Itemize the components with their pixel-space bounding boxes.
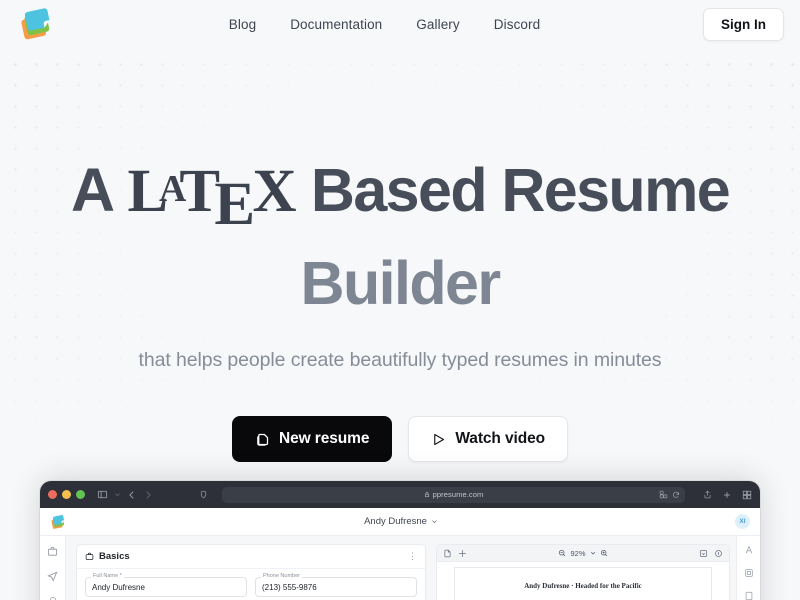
pdf-zoom-control[interactable]: 92% [558, 549, 607, 558]
app-brand-logo[interactable] [50, 514, 67, 530]
sign-in-button[interactable]: Sign In [703, 7, 784, 41]
extensions-icon[interactable] [659, 490, 668, 499]
full-name-field[interactable]: Full Name * Andy Dufresne [85, 573, 247, 597]
pdf-viewer: 92% Andy Dufresne · Headed for the Pacif… [436, 544, 730, 600]
nav-links: Blog Documentation Gallery Discord [66, 17, 703, 32]
privacy-shield-icon[interactable] [199, 489, 208, 500]
address-bar-actions [659, 490, 680, 499]
zoom-out-icon[interactable] [558, 549, 566, 557]
top-navbar: Blog Documentation Gallery Discord Sign … [0, 0, 800, 48]
app-body: Basics ⋮ Full Name * Andy Dufresne Phone… [40, 536, 760, 600]
file-icon[interactable] [443, 549, 452, 558]
chevron-down-icon [432, 520, 437, 524]
send-icon[interactable] [47, 571, 58, 582]
new-resume-button[interactable]: New resume [232, 416, 393, 462]
pdf-toolbar: 92% [437, 545, 729, 562]
basics-icon[interactable] [47, 546, 58, 557]
stacked-papers-logo-icon [21, 8, 50, 40]
hero-cta-group: New resume Watch video [0, 416, 800, 462]
latex-t: T [179, 158, 220, 225]
traffic-lights [48, 490, 85, 499]
close-red-icon[interactable] [48, 490, 57, 499]
latex-a: A [159, 168, 186, 211]
show-tabs-icon[interactable] [742, 490, 752, 500]
nav-link-blog[interactable]: Blog [229, 17, 256, 32]
avatar[interactable]: XI [735, 514, 750, 529]
fit-page-icon[interactable] [458, 549, 467, 558]
nav-link-gallery[interactable]: Gallery [416, 17, 459, 32]
zoom-green-icon[interactable] [76, 490, 85, 499]
phone-number-field[interactable]: Phone Number (213) 555-9876 [255, 573, 417, 597]
hero-section: A LATEX Based Resume Builder that helps … [0, 48, 800, 462]
heading-prefix: A [70, 156, 127, 224]
minimize-yellow-icon[interactable] [62, 490, 71, 499]
resume-name-label: Andy Dufresne [364, 516, 427, 527]
pdf-document-heading: Andy Dufresne · Headed for the Pacific [524, 582, 642, 590]
print-icon[interactable] [714, 549, 723, 558]
watch-video-label: Watch video [455, 430, 545, 447]
phone-number-label: Phone Number [261, 573, 302, 579]
basics-card: Basics ⋮ Full Name * Andy Dufresne Phone… [76, 544, 426, 600]
app-topbar: Andy Dufresne XI [40, 508, 760, 536]
share-icon[interactable] [703, 489, 712, 500]
stacked-papers-logo-icon [51, 514, 65, 529]
latex-x: X [252, 158, 296, 225]
heading-line2: Builder [300, 249, 502, 317]
url-text: ppresume.com [432, 490, 484, 499]
landing-page: Blog Documentation Gallery Discord Sign … [0, 0, 800, 600]
basics-card-title: Basics [99, 551, 130, 562]
chevron-down-icon [590, 551, 595, 555]
copy-file-icon [257, 433, 269, 446]
page-title: A LATEX Based Resume Builder [0, 148, 800, 325]
heading-mid: Based Resume [295, 156, 731, 224]
basics-card-header: Basics ⋮ [77, 545, 425, 569]
zoom-in-icon[interactable] [600, 549, 608, 557]
typography-icon[interactable] [744, 545, 754, 555]
address-bar[interactable]: ppresume.com [222, 486, 685, 503]
page-icon[interactable] [744, 591, 754, 600]
plus-icon[interactable] [722, 490, 732, 500]
app-screenshot-preview: ppresume.com Andy Dufresne XI Basics ⋮ F… [40, 481, 760, 600]
new-resume-label: New resume [279, 430, 370, 447]
pdf-page: Andy Dufresne · Headed for the Pacific [455, 568, 711, 600]
resume-editor-panel: Basics ⋮ Full Name * Andy Dufresne Phone… [66, 536, 436, 600]
chevron-down-icon[interactable] [114, 491, 121, 498]
download-icon[interactable] [699, 549, 708, 558]
latex-logo: LATEX [127, 150, 296, 241]
browser-toolbar-right [703, 489, 752, 500]
nav-link-discord[interactable]: Discord [494, 17, 540, 32]
nav-link-documentation[interactable]: Documentation [290, 17, 382, 32]
reload-icon[interactable] [672, 491, 680, 499]
latex-e: E [214, 170, 255, 238]
browser-chrome: ppresume.com [40, 481, 760, 508]
pdf-preview-panel: 92% Andy Dufresne · Headed for the Pacif… [436, 536, 736, 600]
play-triangle-icon [434, 433, 445, 445]
resume-name-dropdown[interactable]: Andy Dufresne [67, 516, 735, 527]
phone-number-value: (213) 555-9876 [262, 583, 317, 592]
full-name-value: Andy Dufresne [92, 583, 145, 592]
chevron-left-icon[interactable] [127, 490, 137, 500]
basics-fields: Full Name * Andy Dufresne Phone Number (… [77, 569, 425, 600]
kebab-menu-icon[interactable]: ⋮ [408, 551, 417, 562]
circle-icon[interactable] [49, 596, 57, 600]
app-left-rail [40, 536, 66, 600]
pdf-zoom-level: 92% [570, 548, 586, 558]
full-name-label: Full Name * [91, 573, 124, 579]
watch-video-button[interactable]: Watch video [408, 416, 568, 462]
app-right-rail [736, 536, 760, 600]
layout-icon[interactable] [744, 568, 754, 578]
basics-icon [85, 552, 94, 560]
pdf-toolbar-right [699, 549, 723, 558]
brand-logo[interactable] [18, 7, 56, 41]
hero-subtitle: that helps people create beautifully typ… [138, 349, 662, 371]
chevron-right-icon[interactable] [143, 490, 153, 500]
sidebar-toggle-icon[interactable] [97, 489, 108, 500]
lock-icon [424, 491, 429, 498]
